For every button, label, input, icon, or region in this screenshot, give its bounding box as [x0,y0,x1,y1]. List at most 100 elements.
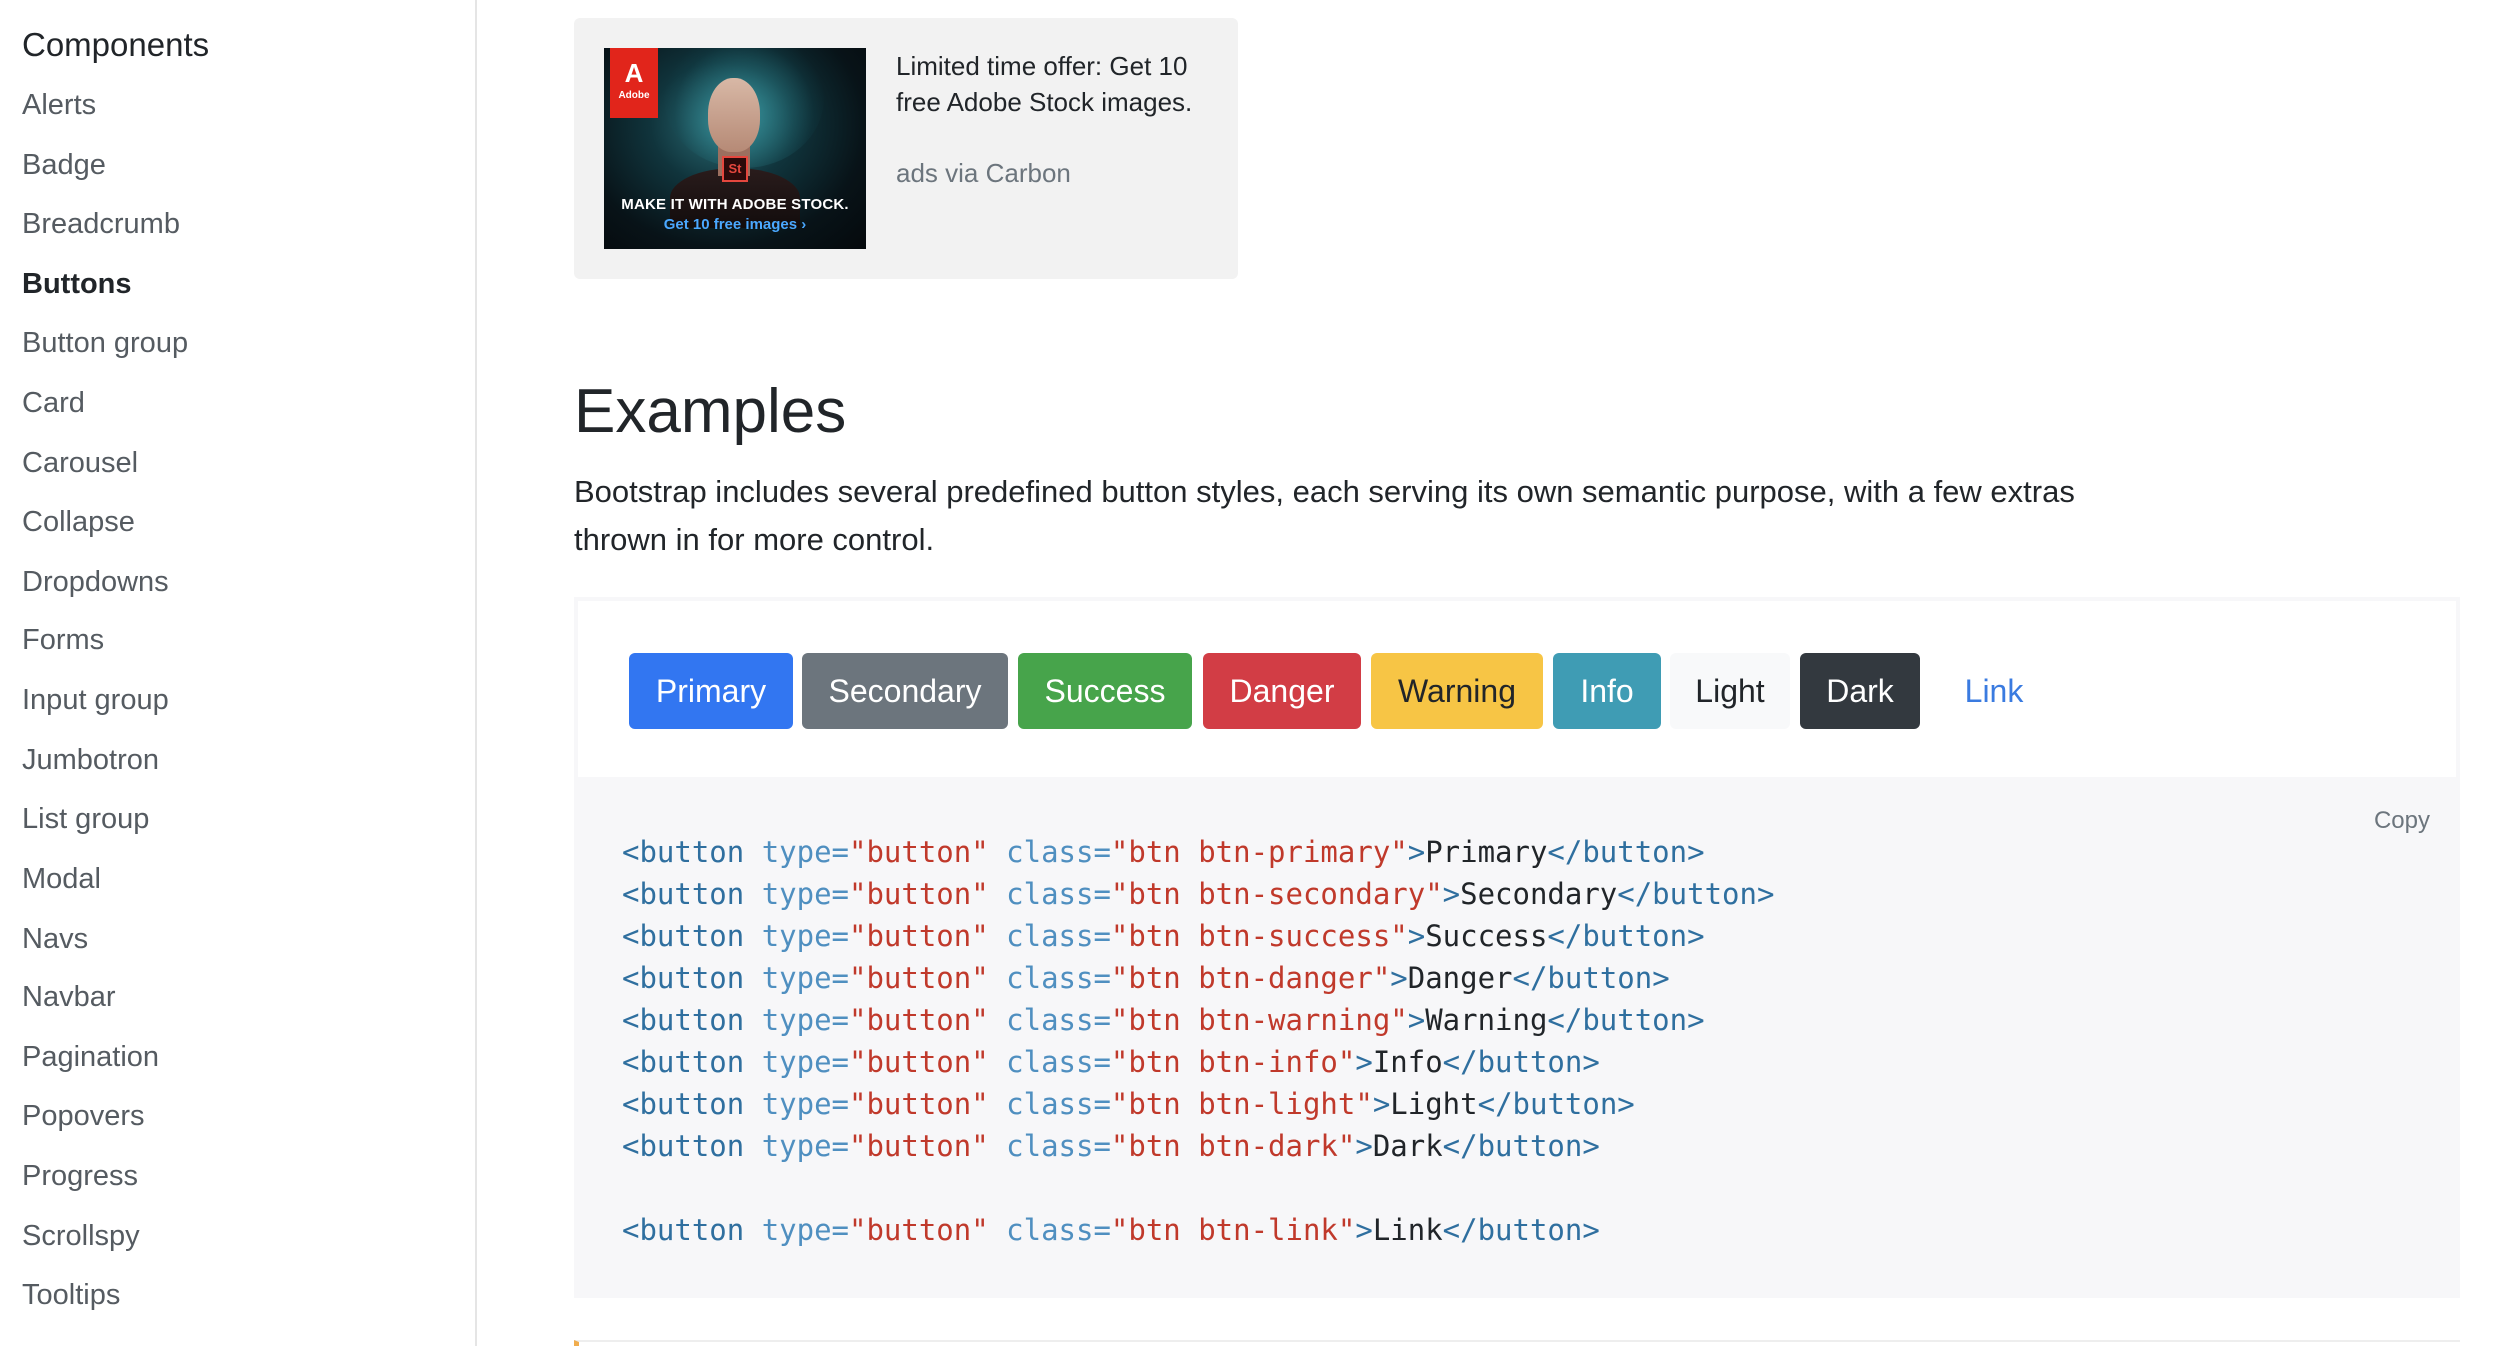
dark-button[interactable]: Dark [1800,653,1920,729]
code-attr-type: type= [761,1213,849,1247]
sidebar-item-scrollspy[interactable]: Scrollspy [22,1218,140,1254]
code-listing: <button type="button" class="btn btn-pri… [622,831,1774,1251]
code-string: "button" [849,1213,989,1247]
code-string: "btn btn-light" [1110,1087,1373,1121]
code-attr-class: class= [1006,1129,1111,1163]
code-attr-class: class= [1006,877,1111,911]
primary-button[interactable]: Primary [629,653,793,729]
sidebar-item-breadcrumb[interactable]: Breadcrumb [22,206,180,242]
sidebar-heading: Components [22,26,210,63]
code-tag-close: </button> [1547,1003,1705,1037]
code-attr-type: type= [761,835,849,869]
sidebar-item-button-group[interactable]: Button group [22,325,188,361]
sidebar-item-tooltips[interactable]: Tooltips [22,1277,120,1313]
sidebar-item-list-group[interactable]: List group [22,801,149,837]
code-tag-close: </button> [1442,1045,1600,1079]
code-tag-open: <button [622,877,745,911]
code-attr-class: class= [1006,1087,1111,1121]
code-tag-close: </button> [1547,835,1705,869]
carbon-ad[interactable]: A Adobe St MAKE IT WITH ADOBE STOCK. Get… [574,18,1238,279]
sidebar-item-dropdowns[interactable]: Dropdowns [22,564,169,600]
code-attr-class: class= [1006,1003,1111,1037]
ad-image-face [708,78,760,152]
info-button[interactable]: Info [1553,653,1661,729]
success-button[interactable]: Success [1018,653,1192,729]
sidebar-item-popovers[interactable]: Popovers [22,1098,145,1134]
code-string: "btn btn-link" [1110,1213,1356,1247]
code-attr-class: class= [1006,835,1111,869]
secondary-button[interactable]: Secondary [802,653,1008,729]
code-tag-open: <button [622,919,745,953]
ad-image[interactable]: A Adobe St MAKE IT WITH ADOBE STOCK. Get… [604,48,866,249]
sidebar-item-pagination[interactable]: Pagination [22,1039,159,1075]
sidebar-item-input-group[interactable]: Input group [22,682,169,718]
copy-button[interactable]: Copy [2374,807,2430,835]
adobe-stock-icon: St [722,156,748,182]
adobe-logo: A Adobe [610,48,658,118]
adobe-a-icon: A [624,58,644,88]
code-text: Light [1390,1087,1478,1121]
sidebar-item-progress[interactable]: Progress [22,1158,138,1194]
link-button[interactable]: Link [1930,653,2058,729]
code-text: Secondary [1460,877,1618,911]
sidebar-item-badge[interactable]: Badge [22,147,106,183]
code-tag-bracket: > [1355,1129,1373,1163]
code-line: <button type="button" class="btn btn-inf… [622,1041,1774,1083]
sidebar-item-carousel[interactable]: Carousel [22,445,138,481]
code-string: "button" [849,877,989,911]
code-line: <button type="button" class="btn btn-dan… [622,957,1774,999]
danger-button[interactable]: Danger [1203,653,1361,729]
code-attr-class: class= [1006,919,1111,953]
code-attr-type: type= [761,1003,849,1037]
code-string: "btn btn-danger" [1110,961,1391,995]
ad-via-link[interactable]: ads via Carbon [896,158,1071,189]
code-text: Info [1372,1045,1443,1079]
code-tag-open: <button [622,961,745,995]
code-line: <button type="button" class="btn btn-dar… [622,1125,1774,1167]
code-tag-bracket: > [1355,1213,1373,1247]
ad-cta[interactable]: Get 10 free images › [604,216,866,233]
code-tag-open: <button [622,1045,745,1079]
code-text: Primary [1425,835,1548,869]
sidebar-item-jumbotron[interactable]: Jumbotron [22,742,159,778]
code-tag-bracket: > [1390,961,1408,995]
sidebar-item-alerts[interactable]: Alerts [22,87,96,123]
code-attr-type: type= [761,961,849,995]
code-text: Success [1425,919,1548,953]
code-tag-bracket: > [1355,1045,1373,1079]
sidebar-item-card[interactable]: Card [22,385,85,421]
code-text: Dark [1372,1129,1443,1163]
code-tag-bracket: > [1442,877,1461,911]
code-string: "button" [849,961,989,995]
code-tag-open: <button [622,1213,745,1247]
code-string: "btn btn-info" [1110,1045,1356,1079]
code-tag-close: </button> [1617,877,1775,911]
code-line: <button type="button" class="btn btn-pri… [622,831,1774,873]
code-tag-close: </button> [1477,1087,1635,1121]
sidebar-item-forms[interactable]: Forms [22,622,104,658]
code-line: <button type="button" class="btn btn-lig… [622,1083,1774,1125]
sidebar-item-buttons[interactable]: Buttons [22,266,132,302]
code-string: "button" [849,1045,989,1079]
code-tag-open: <button [622,1087,745,1121]
code-block: Copy <button type="button" class="btn bt… [574,777,2460,1298]
sidebar: Components Alerts Badge Breadcrumb Butto… [0,0,477,1346]
code-attr-type: type= [761,1087,849,1121]
code-tag-open: <button [622,835,745,869]
code-attr-type: type= [761,1045,849,1079]
warning-button[interactable]: Warning [1371,653,1543,729]
code-tag-open: <button [622,1129,745,1163]
code-attr-type: type= [761,1129,849,1163]
code-tag-close: </button> [1442,1213,1600,1247]
sidebar-item-navs[interactable]: Navs [22,921,88,957]
code-tag-bracket: > [1407,835,1426,869]
ad-text[interactable]: Limited time offer: Get 10 free Adobe St… [896,48,1216,120]
light-button[interactable]: Light [1670,653,1790,729]
code-tag-open: <button [622,1003,745,1037]
sidebar-item-modal[interactable]: Modal [22,861,101,897]
sidebar-item-collapse[interactable]: Collapse [22,504,135,540]
code-string: "btn btn-primary" [1110,835,1408,869]
code-line: <button type="button" class="btn btn-war… [622,999,1774,1041]
sidebar-item-navbar[interactable]: Navbar [22,979,116,1015]
code-string: "button" [849,1003,989,1037]
